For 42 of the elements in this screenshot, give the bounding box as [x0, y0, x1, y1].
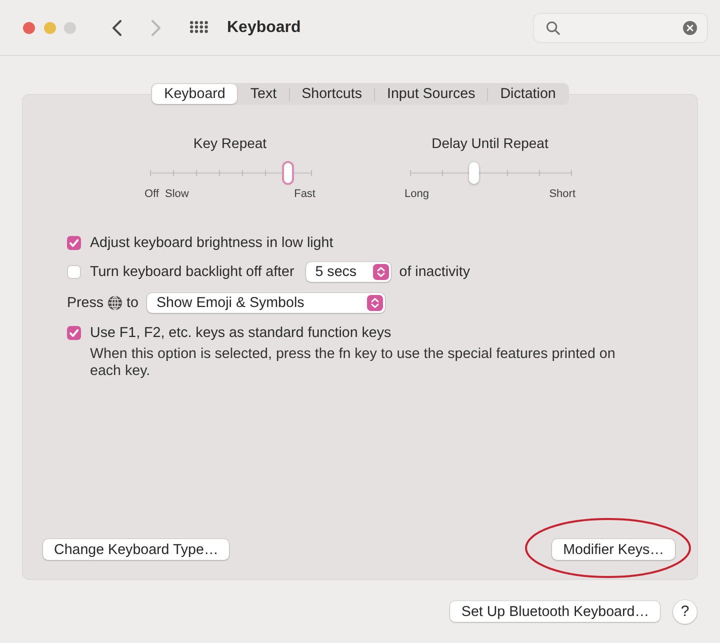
checkbox[interactable] [67, 265, 81, 279]
bluetooth-setup-button[interactable]: Set Up Bluetooth Keyboard… [450, 601, 660, 622]
option-label: of inactivity [399, 264, 470, 280]
checkbox-label: Adjust keyboard brightness in low light [90, 235, 334, 251]
tab[interactable]: Input Sources [375, 84, 488, 104]
clear-icon[interactable] [683, 20, 697, 34]
window-title: Keyboard [227, 18, 301, 36]
tab[interactable]: Shortcuts [290, 84, 374, 104]
popup-button[interactable]: 5 secs [306, 262, 392, 282]
search-field[interactable] [533, 12, 708, 42]
slider-label: Delay Until Repeat [432, 135, 548, 151]
stepper-icon [373, 264, 390, 280]
help-button[interactable]: ? [673, 600, 697, 624]
back-chevron-icon[interactable] [112, 20, 122, 36]
checkbox[interactable] [67, 326, 81, 340]
scale-label: Off [144, 187, 159, 201]
slider-thumb[interactable] [468, 162, 479, 184]
search-icon [546, 20, 560, 34]
popup-button[interactable]: Show Emoji & Symbols [147, 293, 386, 313]
option-description: When this option is selected, press the fn key to use the special features printed on each key. [90, 346, 616, 380]
zoom-icon[interactable] [64, 22, 76, 34]
globe-icon [108, 296, 122, 310]
slider-label: Key Repeat [193, 135, 267, 151]
close-icon[interactable] [23, 22, 35, 34]
scale-label: Fast [294, 187, 316, 201]
tab[interactable]: Keyboard [152, 84, 238, 104]
scale-label: Slow [164, 187, 189, 201]
scale-label: Long [404, 187, 429, 201]
option-label: to [126, 295, 138, 311]
checkbox-label: Turn keyboard backlight off after [90, 264, 294, 280]
option-label: Press [67, 295, 104, 311]
minimize-icon[interactable] [44, 22, 56, 34]
checkbox[interactable] [67, 236, 81, 250]
grid-icon[interactable] [190, 21, 208, 34]
keyboard-type-button[interactable]: Change Keyboard Type… [43, 539, 230, 560]
stepper-icon [367, 295, 384, 311]
tab[interactable]: Dictation [488, 84, 568, 104]
modifier-keys-button[interactable]: Modifier Keys… [552, 539, 675, 560]
tab[interactable]: Text [238, 84, 289, 104]
slider-thumb[interactable] [282, 161, 294, 185]
checkbox-label: Use F1, F2, etc. keys as standard function keys [90, 325, 392, 341]
scale-label: Short [549, 187, 576, 201]
